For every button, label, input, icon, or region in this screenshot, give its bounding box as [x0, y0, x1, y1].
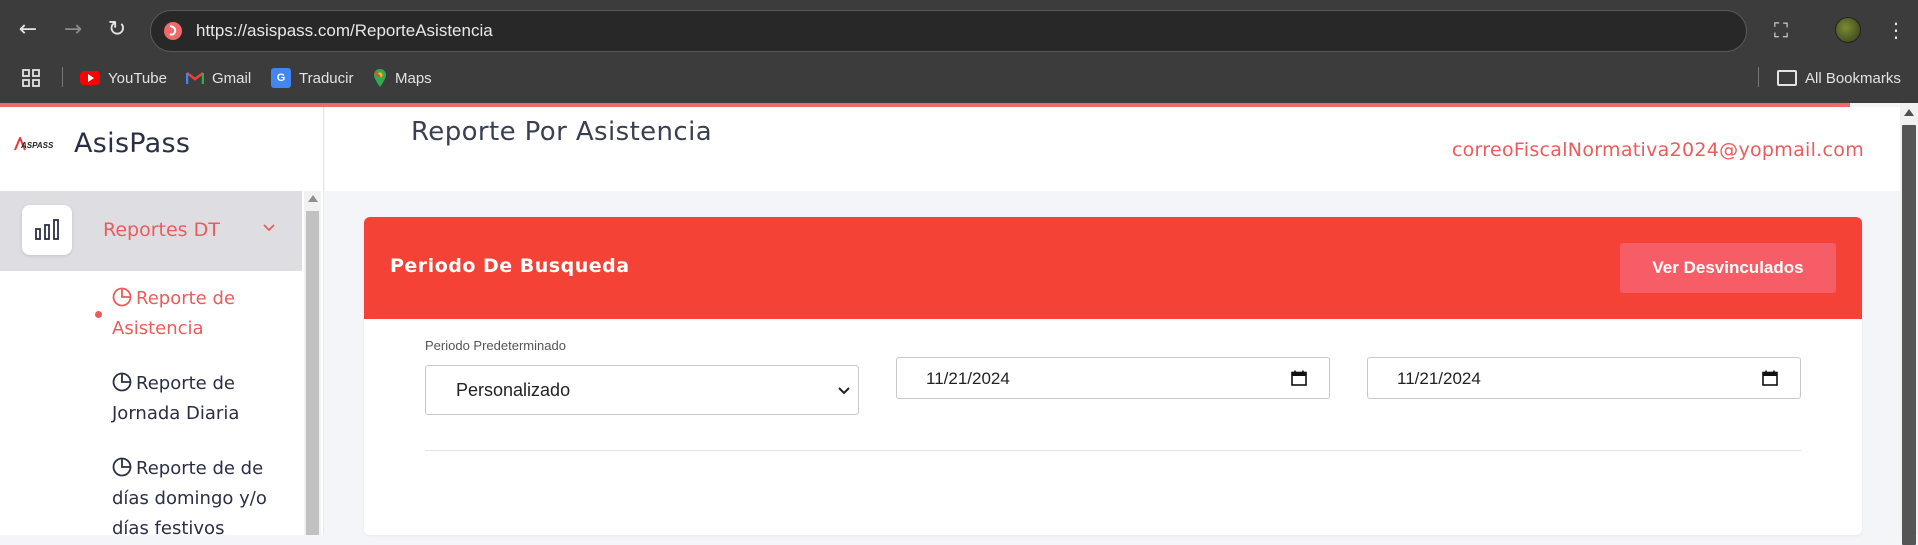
- reload-icon[interactable]: ↻: [99, 12, 135, 48]
- nav-icon-box: [22, 205, 72, 255]
- topbar: Reporte Por Asistencia correoFiscalNorma…: [325, 107, 1900, 191]
- calendar-icon[interactable]: [1291, 370, 1307, 386]
- sidebar-scrollbar[interactable]: [304, 191, 321, 535]
- sub-item-label: Reporte de de días domingo y/o días fest…: [112, 458, 267, 535]
- date-to-input[interactable]: 11/21/2024: [1367, 357, 1801, 399]
- all-bookmarks[interactable]: All Bookmarks: [1777, 67, 1901, 89]
- ver-desvinculados-button[interactable]: Ver Desvinculados: [1620, 243, 1836, 293]
- youtube-icon: [80, 71, 100, 85]
- user-email[interactable]: correoFiscalNormativa2024@yopmail.com: [1452, 139, 1864, 161]
- back-icon[interactable]: ←: [10, 12, 46, 48]
- bookmark-gmail[interactable]: Gmail: [186, 67, 251, 89]
- sub-item-reporte-domingo[interactable]: Reporte de de días domingo y/o días fest…: [112, 454, 282, 535]
- maps-pin-icon: [374, 69, 386, 87]
- nav-label: Reportes DT: [103, 219, 220, 241]
- profile-avatar[interactable]: [1835, 17, 1861, 43]
- extensions-icon[interactable]: ⛶: [1765, 14, 1797, 46]
- scroll-up-icon[interactable]: [1904, 109, 1914, 116]
- folder-icon: [1777, 70, 1797, 86]
- period-label: Periodo Predeterminado: [425, 338, 566, 353]
- divider: [425, 450, 1801, 451]
- period-select[interactable]: Personalizado: [425, 365, 859, 415]
- address-bar[interactable]: https://asispass.com/ReporteAsistencia: [150, 10, 1747, 52]
- site-favicon-icon: [164, 22, 182, 40]
- browser-chrome: ← → ↻ https://asispass.com/ReporteAsiste…: [0, 0, 1918, 103]
- scroll-up-icon[interactable]: [308, 195, 318, 202]
- sub-item-reporte-asistencia[interactable]: Reporte de Asistencia: [112, 284, 282, 344]
- date-from-input[interactable]: 11/21/2024: [896, 357, 1330, 399]
- apps-grid-icon[interactable]: [22, 67, 40, 89]
- bookmark-divider: [62, 67, 63, 87]
- active-indicator-dot: [95, 311, 102, 318]
- card-title: Periodo De Busqueda: [390, 255, 630, 277]
- pie-clock-icon: [112, 457, 132, 477]
- date-from-value: 11/21/2024: [926, 369, 1010, 388]
- bookmark-divider: [1758, 67, 1759, 87]
- bookmark-traducir[interactable]: G Traducir: [271, 67, 353, 89]
- svg-text:ASPASS: ASPASS: [20, 141, 54, 150]
- search-period-card: Periodo De Busqueda Ver Desvinculados Pe…: [364, 217, 1862, 535]
- nav-item-reportes-dt[interactable]: Reportes DT: [0, 191, 302, 271]
- scrollbar-thumb[interactable]: [306, 211, 319, 535]
- bookmark-label: Traducir: [299, 69, 354, 87]
- calendar-icon[interactable]: [1762, 370, 1778, 386]
- bookmark-youtube[interactable]: YouTube: [80, 67, 167, 89]
- translate-icon: G: [271, 68, 291, 88]
- chevron-down-icon: [838, 387, 850, 395]
- scrollbar-thumb[interactable]: [1902, 125, 1916, 545]
- bookmark-label: YouTube: [108, 69, 167, 87]
- bookmark-label: Maps: [395, 69, 432, 87]
- url-text[interactable]: https://asispass.com/ReporteAsistencia: [196, 21, 493, 41]
- gmail-icon: [186, 72, 204, 84]
- card-header: Periodo De Busqueda Ver Desvinculados: [364, 217, 1862, 319]
- bookmark-label: Gmail: [212, 69, 252, 87]
- pie-clock-icon: [112, 287, 132, 307]
- brand-name: AsisPass: [74, 128, 191, 159]
- bar-chart-icon: [35, 219, 59, 240]
- bookmarks-bar: YouTube Gmail G Traducir Maps All Bookma…: [0, 62, 1918, 92]
- period-select-value: Personalizado: [456, 380, 571, 400]
- chevron-down-icon[interactable]: [262, 221, 276, 235]
- brand[interactable]: ASPASS AsisPass: [14, 128, 190, 159]
- forward-icon[interactable]: →: [55, 12, 91, 48]
- page-scrollbar[interactable]: [1900, 103, 1918, 545]
- sub-item-reporte-jornada[interactable]: Reporte de Jornada Diaria: [112, 369, 282, 429]
- bookmark-maps[interactable]: Maps: [373, 67, 432, 89]
- all-bookmarks-label: All Bookmarks: [1805, 69, 1901, 87]
- pie-clock-icon: [112, 372, 132, 392]
- asispass-logo: ASPASS: [14, 136, 54, 150]
- sidebar: ASPASS AsisPass Reportes DT Reporte de A…: [0, 107, 324, 535]
- page-title: Reporte Por Asistencia: [411, 117, 713, 147]
- date-to-value: 11/21/2024: [1397, 369, 1481, 388]
- menu-kebab-icon[interactable]: ⋮: [1880, 14, 1912, 46]
